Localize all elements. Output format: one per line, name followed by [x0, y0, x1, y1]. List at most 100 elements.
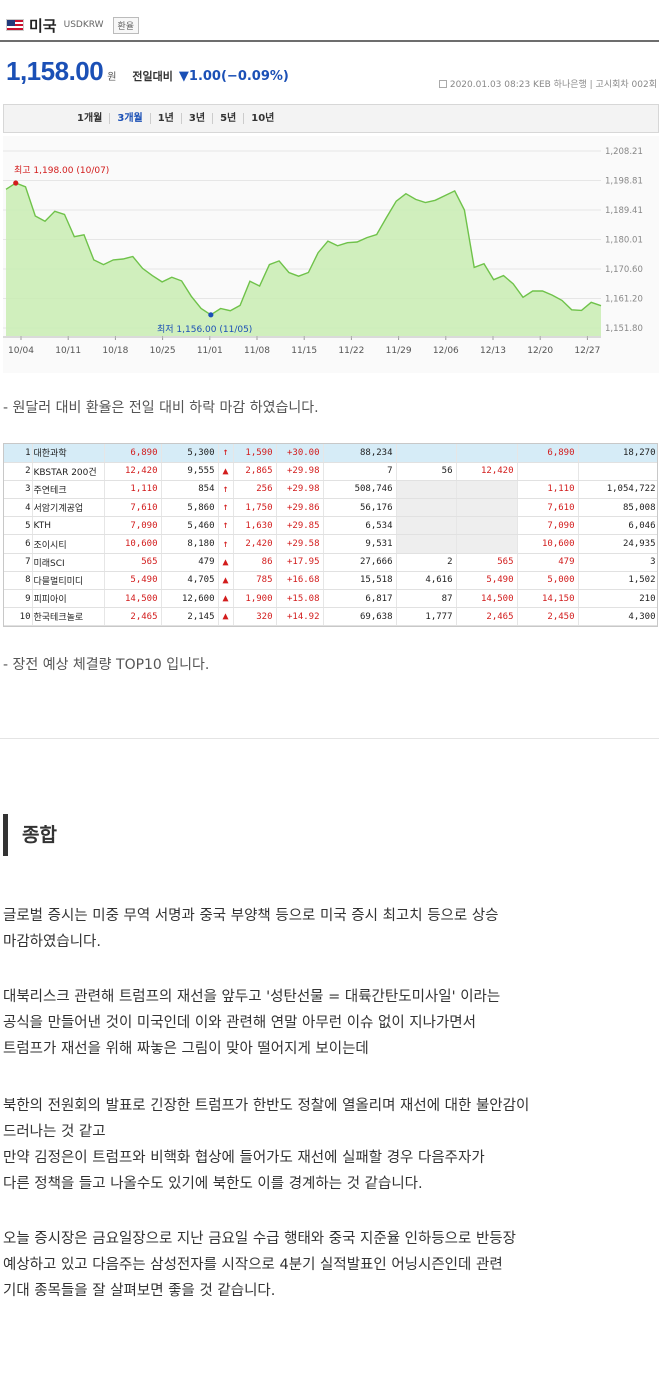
- value-cell: +30.00: [276, 444, 324, 463]
- value-cell: +29.86: [276, 498, 324, 518]
- table-row[interactable]: 9 피피아이 14,500 12,600 ▲ 1,900 +15.08 6,817 87 14,5…: [4, 589, 657, 609]
- up-arrow-icon: ↑: [218, 444, 234, 463]
- value-cell: 210: [578, 589, 657, 609]
- value-cell: 6,817: [323, 589, 397, 609]
- high-marker: [13, 180, 19, 186]
- paragraph-2: 대북리스크 관련해 트럼프의 재선을 앞두고 '성탄선물 = 대륙간탄도미사일'…: [3, 984, 653, 1062]
- value-cell: 18,270: [578, 444, 657, 463]
- exchange-rate-tag[interactable]: 환율: [112, 16, 140, 34]
- rank-cell: 2: [4, 462, 33, 481]
- value-cell: 9,555: [161, 462, 219, 481]
- fx-header: 미국 USDKRW 환율: [0, 10, 659, 42]
- paragraph-line: 대북리스크 관련해 트럼프의 재선을 앞두고 '성탄선물 = 대륙간탄도미사일'…: [3, 989, 501, 1005]
- rank-cell: 8: [4, 571, 33, 591]
- stock-name-cell: 피피아이: [32, 589, 105, 609]
- rank-cell: 4: [4, 498, 33, 518]
- value-cell: 5,860: [161, 498, 219, 518]
- value-cell: 256: [233, 480, 277, 500]
- table-row[interactable]: 6 조이시티 10,600 8,180 ↑ 2,420 +29.58 9,531 10,600 2…: [4, 534, 657, 554]
- up-arrow-icon: ▲: [218, 589, 234, 609]
- value-cell: [396, 444, 457, 463]
- calendar-icon: [438, 80, 447, 88]
- x-tick-label: 11/01: [197, 346, 223, 356]
- period-tab-5[interactable]: 10년: [244, 113, 281, 124]
- rank-cell: 10: [4, 607, 33, 626]
- table-row[interactable]: 5 KTH 7,090 5,460 ↑ 1,630 +29.85 6,534 7,090 6,04…: [4, 516, 657, 536]
- value-cell: [456, 480, 518, 500]
- up-arrow-icon: ↑: [218, 534, 234, 554]
- up-arrow-icon: ↑: [218, 480, 234, 500]
- value-cell: [396, 534, 457, 554]
- value-cell: 1,110: [517, 480, 579, 500]
- paragraph-3: 북한의 전원회의 발표로 긴장한 트럼프가 한반도 정찰에 열올리며 재선에 대…: [3, 1093, 653, 1197]
- value-cell: 1,750: [233, 498, 277, 518]
- x-tick-label: 10/25: [150, 346, 176, 356]
- value-cell: 9,531: [323, 534, 397, 554]
- value-cell: 4,616: [396, 571, 457, 591]
- table-row[interactable]: 8 다믈멀티미디 5,490 4,705 ▲ 785 +16.68 15,518 4,616 5,…: [4, 571, 657, 591]
- value-cell: 6,534: [323, 516, 397, 536]
- section-title: 종합: [22, 824, 57, 846]
- rank-cell: 7: [4, 553, 33, 572]
- value-cell: [517, 462, 579, 481]
- table-row[interactable]: 3 주연테크 1,110 854 ↑ 256 +29.98 508,746 1,110 1,054…: [4, 480, 657, 500]
- change-label: 전일대비: [132, 70, 173, 83]
- rank-cell: 5: [4, 516, 33, 536]
- table-row[interactable]: 1 대한과학 6,890 5,300 ↑ 1,590 +30.00 88,234 6,890 18…: [4, 444, 657, 463]
- paragraph-line: 글로벌 증시는 미중 무역 서명과 중국 부양책 등으로 미국 증시 최고치 등…: [3, 908, 499, 924]
- period-tab-2[interactable]: 1년: [151, 113, 182, 124]
- value-cell: 7,610: [104, 498, 162, 518]
- value-cell: 7: [323, 462, 397, 481]
- value-cell: +16.68: [276, 571, 324, 591]
- value-cell: +29.58: [276, 534, 324, 554]
- y-tick-label: 1,170.60: [605, 265, 643, 275]
- value-cell: 87: [396, 589, 457, 609]
- period-tab-1[interactable]: 3개월: [110, 113, 151, 124]
- value-cell: [456, 498, 518, 518]
- value-cell: 565: [104, 553, 162, 572]
- price-change: ▼1.00(−0.09%): [178, 69, 289, 84]
- section-bar: [3, 814, 8, 856]
- stock-name-cell: 서암기계공업: [32, 498, 105, 518]
- paragraph-line: 트럼프가 재선을 위해 짜놓은 그림이 맞아 떨어지게 보이는데: [3, 1041, 369, 1057]
- period-tab-0[interactable]: 1개월: [70, 113, 111, 124]
- paragraph-line: 예상하고 있고 다음주는 삼성전자를 시작으로 4분기 실적발표인 어닝시즌인데…: [3, 1257, 503, 1273]
- stock-name-cell: 조이시티: [32, 534, 105, 554]
- value-cell: 4,705: [161, 571, 219, 591]
- table-row[interactable]: 4 서암기계공업 7,610 5,860 ↑ 1,750 +29.86 56,176 7,610…: [4, 498, 657, 518]
- value-cell: 565: [456, 553, 518, 572]
- x-tick-label: 11/15: [291, 346, 317, 356]
- table-row[interactable]: 10 한국테크놀로 2,465 2,145 ▲ 320 +14.92 69,638 1,777 2…: [4, 607, 657, 626]
- currency-symbol: USDKRW: [63, 20, 104, 30]
- value-cell: 5,490: [456, 571, 518, 591]
- value-cell: 86: [233, 553, 277, 572]
- value-cell: 15,518: [323, 571, 397, 591]
- paragraph-line: 북한의 전원회의 발표로 긴장한 트럼프가 한반도 정찰에 열올리며 재선에 대…: [3, 1098, 530, 1114]
- value-cell: 10,600: [517, 534, 579, 554]
- low-label: 최저 1,156.00 (11/05): [157, 324, 252, 335]
- price-unit: 원: [107, 72, 117, 83]
- x-tick-label: 11/22: [338, 346, 364, 356]
- us-flag-icon: [6, 19, 24, 31]
- stock-name-cell: KBSTAR 200건: [32, 462, 105, 481]
- caption-exchange: - 원달러 대비 환율은 전일 대비 하락 마감 하였습니다.: [3, 400, 319, 416]
- value-cell: 7,610: [517, 498, 579, 518]
- value-cell: 1,900: [233, 589, 277, 609]
- pre-market-table: 1 대한과학 6,890 5,300 ↑ 1,590 +30.00 88,234 6,890 18…: [3, 443, 658, 627]
- value-cell: +14.92: [276, 607, 324, 626]
- table-row[interactable]: 2 KBSTAR 200건 12,420 9,555 ▲ 2,865 +29.98 7 56 12…: [4, 462, 657, 481]
- y-tick-label: 1,208.21: [605, 147, 643, 157]
- period-tab-4[interactable]: 5년: [213, 113, 245, 124]
- stock-name-cell: 대한과학: [32, 444, 105, 463]
- paragraph-4: 오늘 증시장은 금요일장으로 지난 금요일 수급 행태와 중국 지준율 인하등으…: [3, 1226, 653, 1304]
- table-row[interactable]: 7 미래SCI 565 479 ▲ 86 +17.95 27,666 2 565 479 3: [4, 553, 657, 572]
- paragraph-line: 공식을 만들어낸 것이 미국인데 이와 관련해 연말 아무런 이슈 없이 지나가…: [3, 1015, 476, 1031]
- value-cell: 2,865: [233, 462, 277, 481]
- value-cell: +29.85: [276, 516, 324, 536]
- period-tab-3[interactable]: 3년: [182, 113, 214, 124]
- rank-cell: 3: [4, 480, 33, 500]
- value-cell: 27,666: [323, 553, 397, 572]
- value-cell: 7,090: [104, 516, 162, 536]
- x-tick-label: 12/27: [574, 346, 600, 356]
- value-cell: 14,500: [104, 589, 162, 609]
